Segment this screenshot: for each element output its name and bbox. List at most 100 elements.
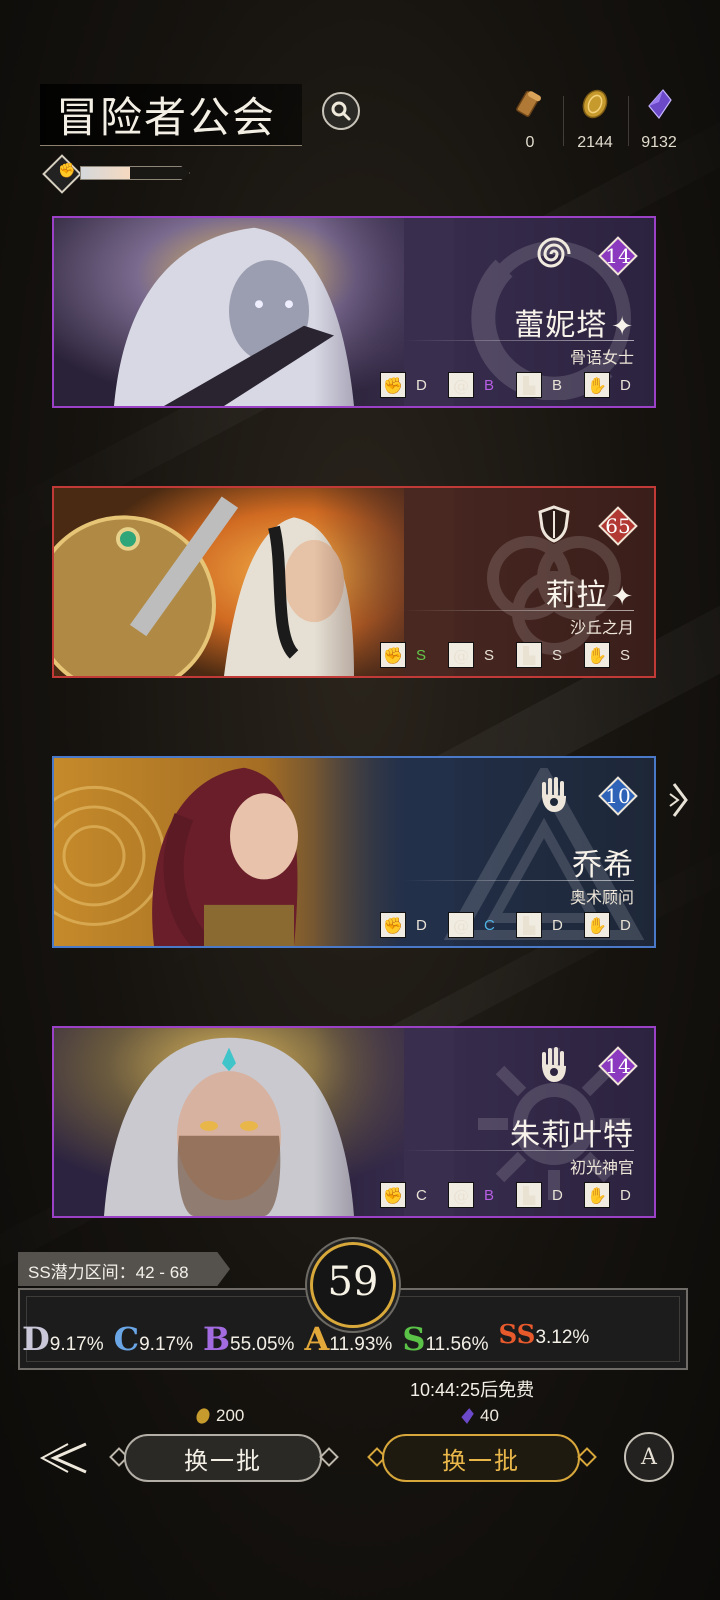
grade-rate-item: SS 3.12% [498,1320,590,1350]
grade-rate-item: C 9.17% [113,1320,193,1358]
shield-icon [534,504,574,544]
hero-stats: ✊ D @ C ▙ D ✋ D [380,912,634,938]
stat-grade: D [416,376,427,394]
decoration-diamond [577,1447,597,1467]
guild-rank-bar[interactable]: ✊ [42,154,194,194]
hero-name: 蕾妮塔 ✦ [514,308,634,343]
grade-rate-item: A 11.93% [304,1320,393,1358]
currency-crystal[interactable]: 9132 [629,88,689,152]
swirl-icon: @ [448,912,474,938]
hero-card[interactable]: 14 蕾妮塔 ✦ 骨语女士 ✊ D @ B ▙ B ✋ D [52,216,656,408]
rank-progress-track [80,166,190,180]
hero-title: 沙丘之月 [569,618,634,637]
gold-coin-icon [582,89,608,119]
hero-stats: ✊ D @ B ▙ B ✋ D [380,372,634,398]
back-arrow-icon[interactable] [38,1438,90,1478]
boot-icon: ▙ [516,1182,542,1208]
next-page-arrow-icon[interactable] [668,780,692,820]
boot-icon: ▙ [516,372,542,398]
hero-name: 莉拉 ✦ [545,578,634,613]
stat-grade: B [484,1186,495,1204]
auto-refresh-button[interactable]: A [624,1432,674,1482]
divider [563,96,564,146]
fist-icon: ✊ [380,372,406,398]
purple-crystal-icon [461,1408,474,1424]
hero-name: 朱莉叶特 [510,1118,634,1153]
hand-icon [534,1044,574,1084]
hero-card[interactable]: 10 乔希 奥术顾问 ✊ D @ C ▙ D ✋ D [52,756,656,948]
boot-icon: ▙ [516,912,542,938]
gold-coin-icon [196,1408,210,1424]
hero-title: 奥术顾问 [569,888,634,907]
purple-crystal-icon [648,89,672,120]
stat-grade: D [552,916,563,934]
refresh-cost-crystal: 40 [458,1406,499,1426]
currency-gold[interactable]: 2144 [565,88,625,152]
stat-grade: D [620,916,631,934]
flame-hand-icon: ✋ [584,642,610,668]
stat-grade: S [620,646,631,664]
stat-grade: C [416,1186,427,1204]
swirl-icon: @ [448,1182,474,1208]
level-badge: 65 [598,506,638,546]
swirl-icon: @ [448,372,474,398]
hero-card[interactable]: 65 莉拉 ✦ 沙丘之月 ✊ S @ S ▙ S ✋ S [52,486,656,678]
hero-name: 乔希 [572,848,634,883]
stat-grade: S [484,646,495,664]
grade-rate-item: S 11.56% [402,1320,489,1358]
refresh-crystal-button[interactable]: 换一批 [382,1434,580,1482]
decoration-diamond [319,1447,339,1467]
free-refresh-timer: 10:44:25后免费 [410,1380,535,1400]
divider [402,340,634,341]
divider [402,610,634,611]
stat-grade: D [620,1186,631,1204]
hero-title: 骨语女士 [569,348,634,367]
hero-stats: ✊ S @ S ▙ S ✋ S [380,642,634,668]
header: 冒险者公会 ✊ 0 2144 9132 [0,0,720,200]
currency-value: 9132 [641,134,677,151]
level-badge: 10 [598,776,638,816]
hand-icon [534,774,574,814]
stat-grade: S [552,646,563,664]
rank-progress-fill [81,167,130,179]
search-button[interactable] [322,92,360,130]
auto-icon: A [641,1444,657,1470]
fist-icon: ✊ [380,642,406,668]
hero-title: 初光神官 [569,1158,634,1177]
sparkle-icon: ✦ [611,582,634,612]
level-badge: 14 [598,236,638,276]
swirl-icon: @ [448,642,474,668]
divider [402,1150,634,1151]
currency-value: 0 [525,134,535,151]
ss-potential-range: SS潜力区间：42 - 68 [18,1252,230,1286]
currency-value: 2144 [577,134,613,151]
divider [402,880,634,881]
fist-icon: ✊ [380,912,406,938]
stat-grade: D [552,1186,563,1204]
shield-fist-icon: ✊ [58,163,76,179]
stat-grade: D [620,376,631,394]
stat-grade: B [484,376,495,394]
refresh-cost-gold: 200 [194,1406,244,1426]
currency-scroll[interactable]: 0 [500,88,560,152]
hero-card[interactable]: 14 朱莉叶特 初光神官 ✊ C @ B ▙ D ✋ D [52,1026,656,1218]
recruit-level-badge: 59 [310,1242,396,1328]
grade-rate-item: B 55.05% [202,1320,295,1358]
flame-hand-icon: ✋ [584,912,610,938]
stat-grade: C [484,916,495,934]
level-badge: 14 [598,1046,638,1086]
hero-stats: ✊ C @ B ▙ D ✋ D [380,1182,634,1208]
fist-icon: ✊ [380,1182,406,1208]
grade-rate-item: D 9.17% [22,1320,104,1358]
refresh-gold-button[interactable]: 换一批 [124,1434,322,1482]
flame-hand-icon: ✋ [584,1182,610,1208]
spiral-icon [534,234,574,274]
search-icon [331,101,351,121]
boot-icon: ▙ [516,642,542,668]
stat-grade: D [416,916,427,934]
stat-grade: S [416,646,427,664]
stat-grade: B [552,376,563,394]
grade-rates: D 9.17% C 9.17% B 55.05% A 11.93% S 11.56% SS… [22,1320,682,1358]
sparkle-icon: ✦ [611,312,634,342]
scroll-icon [516,90,541,117]
